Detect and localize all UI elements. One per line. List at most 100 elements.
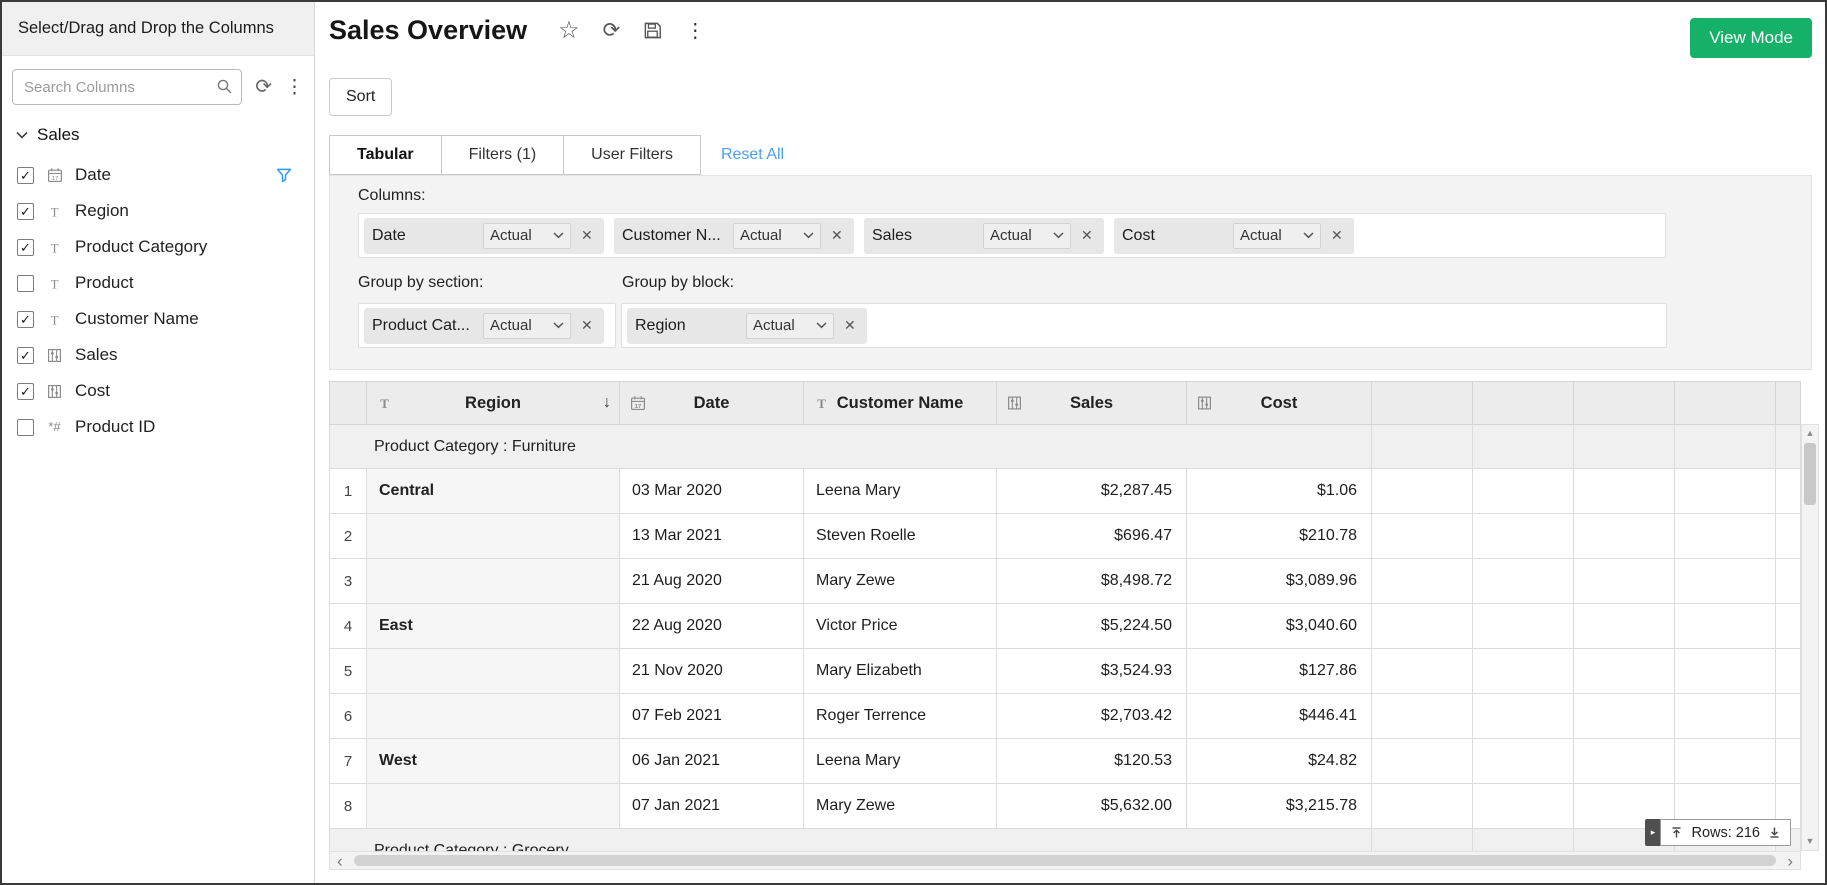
- filter-icon: [276, 167, 292, 183]
- cell-sales: $8,498.72: [997, 559, 1187, 604]
- sort-desc-icon[interactable]: ↓: [603, 394, 611, 412]
- empty-cell: [1473, 784, 1574, 829]
- cell-cost: $3,040.60: [1187, 604, 1372, 649]
- sidebar-item-product-category[interactable]: ✓ T Product Category: [2, 229, 314, 265]
- unchecked-checkbox[interactable]: [17, 419, 34, 436]
- empty-cell: [1372, 739, 1473, 784]
- vertical-scrollbar[interactable]: ▲ ▼: [1801, 424, 1819, 851]
- column-header-cost[interactable]: Cost: [1187, 382, 1372, 425]
- reset-all-link[interactable]: Reset All: [721, 135, 784, 175]
- scroll-left-arrow[interactable]: ‹: [337, 852, 343, 869]
- sidebar-item-customer-name[interactable]: ✓TCustomer Name: [2, 301, 314, 337]
- checked-checkbox[interactable]: ✓: [17, 311, 34, 328]
- horizontal-scrollbar[interactable]: ‹ ›: [329, 851, 1801, 870]
- empty-header-cell: [1574, 382, 1675, 425]
- rows-counter-handle[interactable]: ▸: [1645, 819, 1660, 846]
- unchecked-checkbox[interactable]: [17, 275, 34, 292]
- group-by-section-label: Group by section:: [358, 274, 483, 292]
- column-header-date[interactable]: 17Date: [620, 382, 804, 425]
- svg-text:T: T: [380, 397, 389, 411]
- cell-date: 21 Nov 2020: [620, 649, 804, 694]
- empty-header-cell: [1776, 382, 1801, 425]
- cell-sales: $5,224.50: [997, 604, 1187, 649]
- number-type-icon: [47, 348, 62, 363]
- checked-checkbox[interactable]: ✓: [17, 167, 34, 184]
- go-to-first-row-icon[interactable]: [1670, 826, 1683, 839]
- scroll-down-arrow[interactable]: ▼: [1802, 834, 1818, 849]
- search-icon[interactable]: [216, 78, 233, 95]
- remove-chip-icon[interactable]: ✕: [831, 227, 843, 244]
- aggregation-select[interactable]: Actual: [746, 313, 834, 339]
- column-header-region[interactable]: TRegion↓: [367, 382, 620, 425]
- sidebar-item-sales[interactable]: ✓ Sales: [2, 337, 314, 373]
- search-box: [12, 69, 242, 105]
- remove-chip-icon[interactable]: ✕: [844, 317, 856, 334]
- cell-customer: Victor Price: [804, 604, 997, 649]
- tab-filters[interactable]: Filters (1): [441, 135, 565, 175]
- refresh-columns-icon[interactable]: ⟳: [255, 77, 272, 97]
- sidebar-item-region[interactable]: ✓TRegion: [2, 193, 314, 229]
- vertical-scroll-thumb[interactable]: [1804, 443, 1816, 505]
- column-header-label: Cost: [1261, 394, 1298, 412]
- column-chip-product-cat[interactable]: Product Cat...Actual✕: [364, 308, 604, 344]
- empty-cell: [1574, 514, 1675, 559]
- column-sidebar: Select/Drag and Drop the Columns ⟳ ⋮ Sal…: [2, 2, 315, 883]
- remove-chip-icon[interactable]: ✕: [581, 317, 593, 334]
- column-header-sales[interactable]: Sales: [997, 382, 1187, 425]
- column-label: Sales: [75, 345, 118, 365]
- empty-cell: [1473, 694, 1574, 739]
- column-chip-cost[interactable]: CostActual✕: [1114, 218, 1354, 254]
- tab-tabular[interactable]: Tabular: [329, 135, 442, 175]
- active-filter-icon[interactable]: [276, 167, 292, 183]
- sidebar-item-date[interactable]: ✓17Date: [2, 157, 314, 193]
- column-chip-customer-n[interactable]: Customer N...Actual✕: [614, 218, 854, 254]
- checked-checkbox[interactable]: ✓: [17, 239, 34, 256]
- cell-region: West: [367, 739, 620, 784]
- group-section-drop-strip[interactable]: Product Cat...Actual✕: [358, 303, 616, 348]
- cell-sales: $3,524.93: [997, 649, 1187, 694]
- sidebar-item-cost[interactable]: ✓Cost: [2, 373, 314, 409]
- tab-user-filters[interactable]: User Filters: [563, 135, 701, 175]
- text-type-icon: T: [47, 276, 62, 291]
- checked-checkbox[interactable]: ✓: [17, 347, 34, 364]
- sidebar-tree-root[interactable]: Sales: [2, 113, 314, 153]
- checked-checkbox[interactable]: ✓: [17, 203, 34, 220]
- sidebar-item-product[interactable]: TProduct: [2, 265, 314, 301]
- checked-checkbox[interactable]: ✓: [17, 383, 34, 400]
- search-input[interactable]: [12, 69, 242, 105]
- remove-chip-icon[interactable]: ✕: [581, 227, 593, 244]
- text-type-icon: T: [47, 204, 62, 219]
- save-icon[interactable]: [643, 21, 662, 40]
- column-header-customer-name[interactable]: TCustomer Name: [804, 382, 997, 425]
- sort-button[interactable]: Sort: [329, 78, 392, 116]
- refresh-view-icon[interactable]: ⟳: [603, 20, 621, 41]
- row-number: 7: [330, 739, 367, 784]
- scroll-right-arrow[interactable]: ›: [1787, 852, 1793, 869]
- svg-text:T: T: [51, 241, 59, 255]
- aggregation-select[interactable]: Actual: [983, 223, 1071, 249]
- scroll-up-arrow[interactable]: ▲: [1802, 426, 1818, 441]
- favorite-star-icon[interactable]: ☆: [558, 19, 580, 43]
- sidebar-kebab-icon[interactable]: ⋮: [285, 78, 304, 97]
- go-to-last-row-icon[interactable]: [1768, 826, 1781, 839]
- aggregation-select[interactable]: Actual: [483, 313, 571, 339]
- cell-cost: $24.82: [1187, 739, 1372, 784]
- remove-chip-icon[interactable]: ✕: [1331, 227, 1343, 244]
- aggregation-select[interactable]: Actual: [1233, 223, 1321, 249]
- cell-region: [367, 559, 620, 604]
- horizontal-scroll-thumb[interactable]: [354, 855, 1776, 866]
- column-label: Product Category: [75, 237, 207, 257]
- column-chip-sales[interactable]: SalesActual✕: [864, 218, 1104, 254]
- sidebar-item-product-id[interactable]: *#Product ID: [2, 409, 314, 445]
- empty-header-cell: [1372, 382, 1473, 425]
- view-mode-button[interactable]: View Mode: [1690, 18, 1812, 58]
- columns-drop-strip[interactable]: DateActual✕Customer N...Actual✕SalesActu…: [358, 213, 1666, 258]
- column-chip-region[interactable]: RegionActual✕: [627, 308, 867, 344]
- column-chip-date[interactable]: DateActual✕: [364, 218, 604, 254]
- aggregation-select[interactable]: Actual: [733, 223, 821, 249]
- group-block-drop-strip[interactable]: RegionActual✕: [621, 303, 1667, 348]
- number-type-icon: [1197, 396, 1212, 411]
- title-kebab-icon[interactable]: ⋮: [685, 21, 705, 41]
- aggregation-select[interactable]: Actual: [483, 223, 571, 249]
- remove-chip-icon[interactable]: ✕: [1081, 227, 1093, 244]
